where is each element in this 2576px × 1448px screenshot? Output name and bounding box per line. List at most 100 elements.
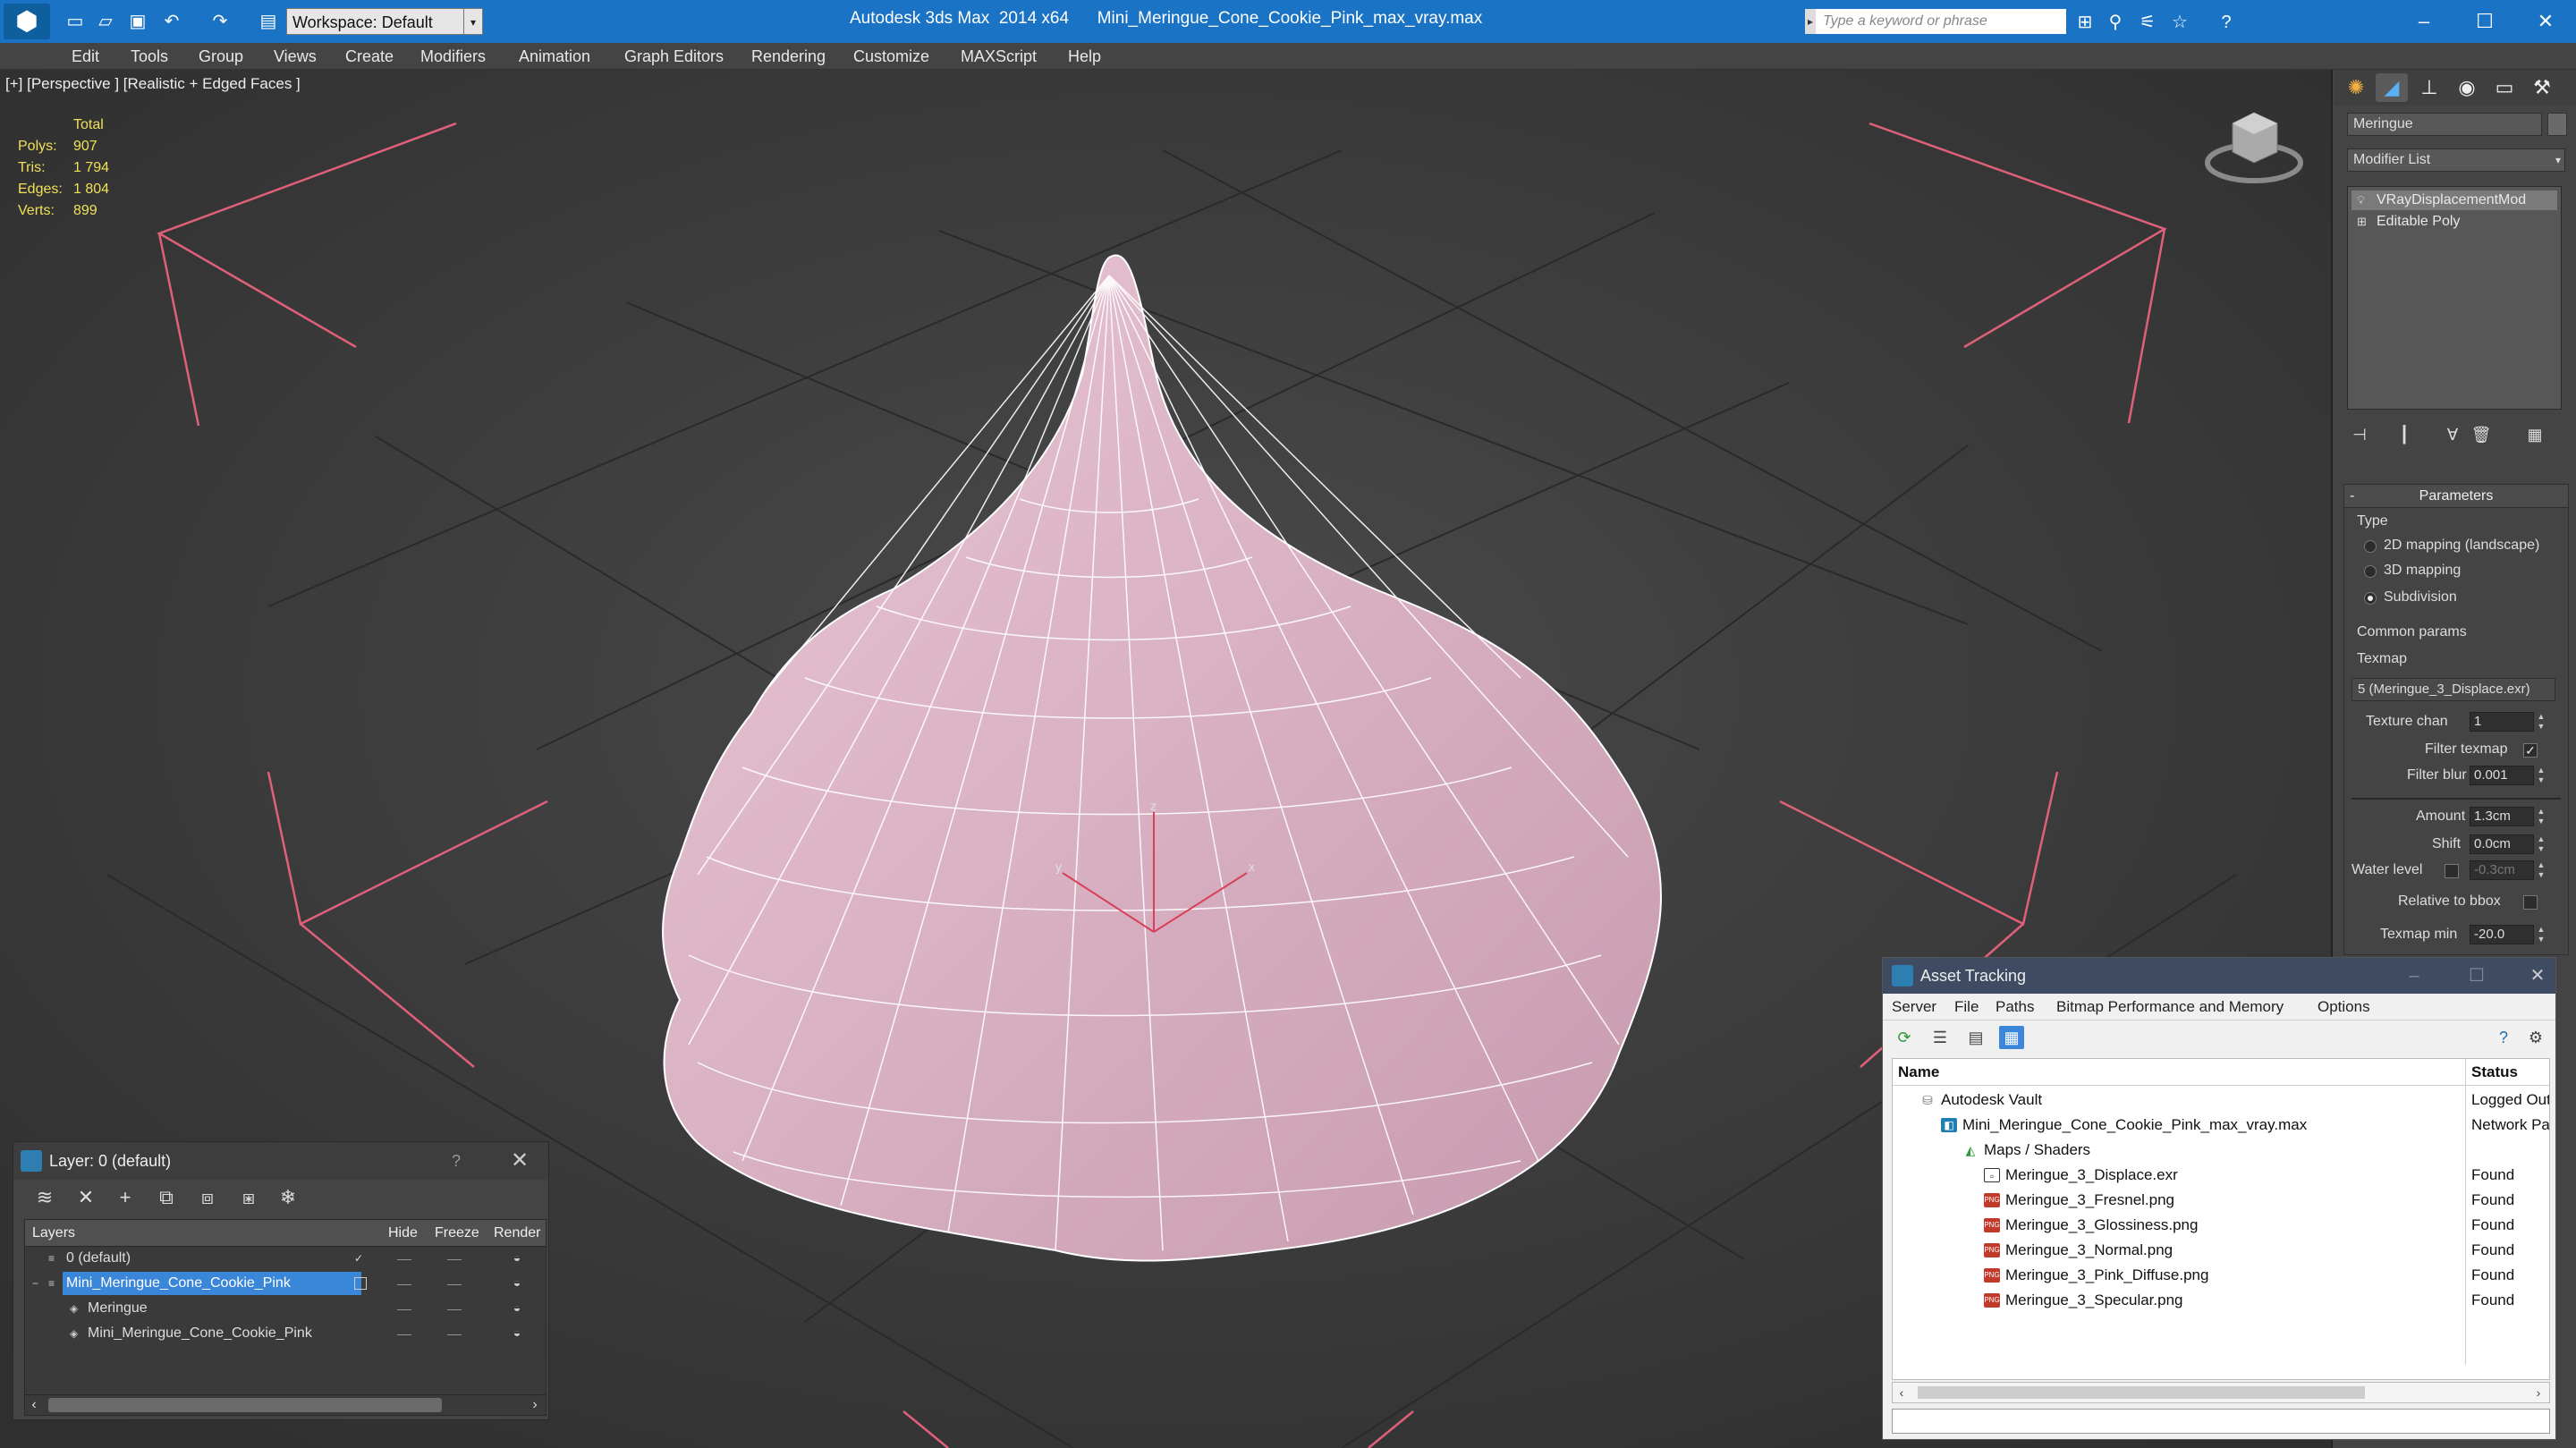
- menu-help[interactable]: Help: [1068, 43, 1101, 70]
- render-teapot-icon[interactable]: ◒: [508, 1250, 526, 1266]
- pin-stack-icon[interactable]: ⊣: [2347, 422, 2372, 447]
- save-file-icon[interactable]: ▣: [125, 9, 150, 34]
- hide-toggle[interactable]: ––: [395, 1252, 413, 1265]
- menu-modifiers[interactable]: Modifiers: [420, 43, 486, 70]
- freeze-toggle[interactable]: ––: [445, 1302, 463, 1315]
- radio-subdivision[interactable]: [2364, 592, 2377, 605]
- parameters-rollout-header[interactable]: - Parameters: [2344, 485, 2568, 508]
- hide-all-layers-icon[interactable]: ⧆: [235, 1185, 262, 1210]
- lightbulb-icon[interactable]: 💡︎: [2357, 193, 2369, 207]
- help-icon[interactable]: ?: [2491, 1026, 2516, 1049]
- show-end-result-icon[interactable]: ┃: [2392, 422, 2417, 447]
- asset-tracking-titlebar[interactable]: Asset Tracking – ☐ ✕: [1883, 958, 2555, 994]
- layer-row[interactable]: − ≡ Mini_Meringue_Cone_Cookie_Pink –– ––…: [25, 1272, 546, 1297]
- expand-plus-icon[interactable]: ⊞: [2357, 215, 2369, 229]
- scroll-left-icon[interactable]: ‹: [25, 1395, 43, 1415]
- spinner-arrows-icon[interactable]: ▲ ▼: [2536, 834, 2546, 854]
- menu-edit[interactable]: Edit: [72, 43, 99, 70]
- close-icon[interactable]: ✕: [2520, 958, 2555, 994]
- freeze-toggle[interactable]: ––: [445, 1327, 463, 1340]
- asset-row[interactable]: PNG Meringue_3_Specular.png Found: [1893, 1288, 2549, 1313]
- menu-server[interactable]: Server: [1892, 994, 1936, 1020]
- spinner-arrows-icon[interactable]: ▲ ▼: [2536, 860, 2546, 880]
- workspace-menu-button[interactable]: ▾: [463, 8, 483, 35]
- select-in-layer-icon[interactable]: ⧉: [153, 1185, 180, 1210]
- column-layers[interactable]: Layers: [32, 1220, 75, 1247]
- asset-row[interactable]: PNG Meringue_3_Fresnel.png Found: [1893, 1188, 2549, 1213]
- layer-window-titlebar[interactable]: Layer: 0 (default) ? ✕: [13, 1142, 548, 1180]
- minimize-icon[interactable]: –: [2397, 4, 2451, 39]
- shift-spinner[interactable]: 0.0cm: [2470, 834, 2534, 854]
- minimize-icon[interactable]: –: [2396, 958, 2432, 994]
- filter-texmap-checkbox[interactable]: ✓: [2523, 743, 2538, 758]
- column-hide[interactable]: Hide: [388, 1220, 418, 1247]
- object-color-swatch[interactable]: [2547, 113, 2567, 136]
- scroll-left-icon[interactable]: ‹: [1893, 1383, 1911, 1402]
- help-icon[interactable]: ?: [452, 1142, 461, 1180]
- render-teapot-icon[interactable]: ◒: [508, 1300, 526, 1317]
- workspace-dropdown[interactable]: Workspace: Default ▾: [286, 8, 483, 35]
- asset-row[interactable]: ◭ Maps / Shaders: [1893, 1138, 2549, 1163]
- search-input[interactable]: Type a keyword or phrase: [1816, 9, 2066, 34]
- set-current-box-icon[interactable]: [354, 1277, 367, 1290]
- spinner-arrows-icon[interactable]: ▲ ▼: [2536, 712, 2546, 732]
- binoculars-icon[interactable]: ⊞: [2073, 11, 2097, 34]
- spinner-arrows-icon[interactable]: ▲ ▼: [2536, 925, 2546, 944]
- make-unique-icon[interactable]: ∀: [2440, 422, 2465, 447]
- close-icon[interactable]: ✕: [511, 1142, 529, 1180]
- radio-3d-mapping[interactable]: [2364, 565, 2377, 578]
- menu-options[interactable]: Options: [2318, 994, 2370, 1020]
- add-to-layer-icon[interactable]: +: [112, 1185, 139, 1210]
- hide-toggle[interactable]: ––: [395, 1302, 413, 1315]
- freeze-toggle[interactable]: ––: [445, 1277, 463, 1290]
- stack-item-editable-poly[interactable]: ⊞ Editable Poly: [2351, 212, 2557, 232]
- maximize-icon[interactable]: ☐: [2458, 4, 2512, 39]
- current-layer-check-icon[interactable]: ✓: [354, 1252, 367, 1265]
- menu-tools[interactable]: Tools: [131, 43, 168, 70]
- scroll-thumb[interactable]: [48, 1398, 442, 1412]
- asset-path-field[interactable]: [1892, 1409, 2550, 1434]
- search-expand-icon[interactable]: ▸: [1805, 9, 1816, 34]
- motion-tab-icon[interactable]: ◉: [2451, 73, 2483, 102]
- expand-minus-icon[interactable]: −: [32, 1277, 45, 1290]
- create-tab-icon[interactable]: ✺: [2340, 73, 2372, 102]
- app-logo-icon[interactable]: ⬢: [4, 4, 50, 39]
- help-icon[interactable]: ?: [2215, 11, 2238, 34]
- layer-object-row[interactable]: ◈ Meringue –– –– ◒: [25, 1297, 546, 1322]
- menu-group[interactable]: Group: [199, 43, 243, 70]
- asset-row[interactable]: PNG Meringue_3_Normal.png Found: [1893, 1238, 2549, 1263]
- menu-rendering[interactable]: Rendering: [751, 43, 826, 70]
- close-icon[interactable]: ✕: [2519, 4, 2572, 39]
- scroll-right-icon[interactable]: ›: [526, 1395, 544, 1415]
- column-status[interactable]: Status: [2465, 1059, 2549, 1086]
- menu-maxscript[interactable]: MAXScript: [961, 43, 1037, 70]
- layer-object-row[interactable]: ◈ Mini_Meringue_Cone_Cookie_Pink –– –– ◒: [25, 1322, 546, 1347]
- table-view-icon[interactable]: ▦: [1999, 1026, 2024, 1049]
- remove-modifier-icon[interactable]: 🗑︎: [2469, 422, 2494, 447]
- amount-spinner[interactable]: 1.3cm: [2470, 807, 2534, 826]
- spinner-arrows-icon[interactable]: ▲ ▼: [2536, 807, 2546, 826]
- maximize-icon[interactable]: ☐: [2459, 958, 2495, 994]
- menu-paths[interactable]: Paths: [1996, 994, 2034, 1020]
- redo-icon[interactable]: ↷: [208, 9, 233, 34]
- water-level-spinner[interactable]: -0.3cm: [2470, 860, 2534, 880]
- hierarchy-tab-icon[interactable]: ⊥: [2413, 73, 2445, 102]
- stack-item-vraydisplacementmod[interactable]: 💡︎ VRayDisplacementMod: [2351, 191, 2557, 210]
- modifier-stack[interactable]: 💡︎ VRayDisplacementMod ⊞ Editable Poly: [2347, 186, 2562, 410]
- filter-blur-spinner[interactable]: 0.001: [2470, 766, 2534, 785]
- viewport-label[interactable]: [+] [Perspective ] [Realistic + Edged Fa…: [5, 75, 301, 93]
- highlight-layer-icon[interactable]: ⧈: [194, 1185, 221, 1210]
- list-view-icon[interactable]: ☰: [1928, 1026, 1953, 1049]
- modify-tab-icon[interactable]: ◢: [2376, 73, 2408, 102]
- column-name[interactable]: Name: [1893, 1059, 2465, 1086]
- display-tab-icon[interactable]: ▭: [2488, 73, 2521, 102]
- layer-stack-icon[interactable]: ≋: [31, 1185, 58, 1210]
- render-teapot-icon[interactable]: ◒: [508, 1275, 526, 1291]
- hide-toggle[interactable]: ––: [395, 1327, 413, 1340]
- column-render[interactable]: Render: [494, 1220, 540, 1247]
- asset-horizontal-scrollbar[interactable]: ‹ ›: [1892, 1382, 2550, 1403]
- texmap-button[interactable]: 5 (Meringue_3_Displace.exr): [2351, 678, 2555, 701]
- communication-center-icon[interactable]: ⚟: [2136, 11, 2159, 34]
- water-level-checkbox[interactable]: [2445, 864, 2459, 878]
- hide-toggle[interactable]: ––: [395, 1277, 413, 1290]
